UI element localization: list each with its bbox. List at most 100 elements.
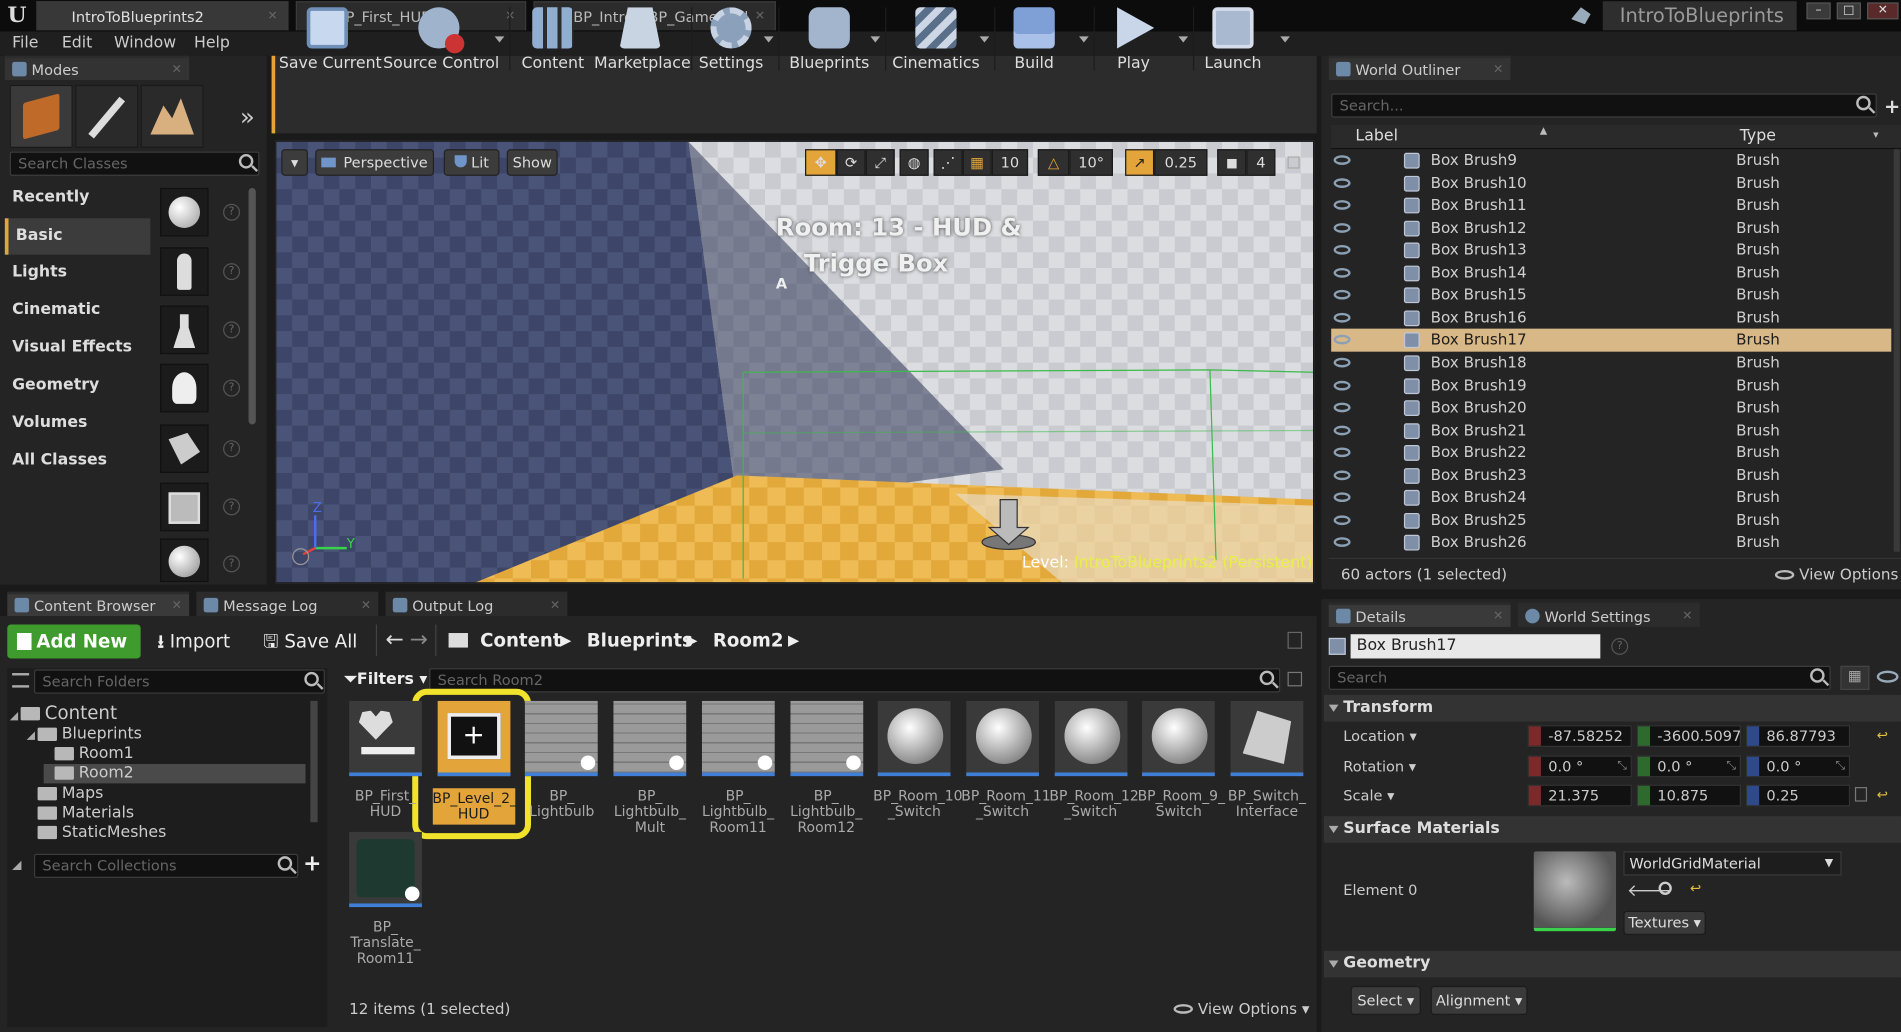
asset-tile[interactable]: BP_ Lightbulb_ Mult (609, 700, 689, 853)
outliner-row[interactable]: Box Brush25 Brush (1331, 509, 1891, 532)
chevron-down-icon[interactable] (1079, 36, 1089, 43)
doc-tab-level[interactable]: IntroToBlueprints2 ✕ (36, 1, 289, 31)
material-combo[interactable]: WorldGridMaterial ▼ (1623, 851, 1842, 876)
chevron-down-icon[interactable] (1280, 36, 1290, 43)
eye-icon[interactable] (1333, 470, 1351, 480)
placeable-pawn[interactable] (160, 305, 209, 355)
source-control-button[interactable]: Source Control (383, 0, 499, 78)
eye-icon[interactable] (1333, 447, 1351, 458)
content-browser-tab[interactable]: Content Browser ✕ (7, 591, 190, 618)
asset-tile[interactable]: BP_ Translate_ Room11 (344, 831, 424, 984)
asset-tile[interactable]: BP_Room_12 _Switch (1049, 700, 1139, 853)
save-current-button[interactable]: Save Current (279, 0, 382, 78)
details-tab[interactable]: Details ✕ (1328, 602, 1511, 627)
actor-name-field[interactable]: Box Brush17 (1350, 634, 1601, 659)
category-cinematic[interactable]: Cinematic (5, 292, 150, 328)
visibility-eye-icon[interactable] (1876, 670, 1899, 683)
help-icon[interactable]: ? (223, 498, 241, 516)
placeable-player-start[interactable] (160, 424, 209, 473)
close-window-icon[interactable]: ✕ (1867, 2, 1899, 20)
sources-toggle-icon[interactable] (12, 673, 30, 688)
close-icon[interactable]: ✕ (1682, 605, 1692, 629)
rotation-label[interactable]: Rotation ▾ (1343, 758, 1416, 775)
help-icon[interactable]: ? (1611, 637, 1629, 655)
select-button[interactable]: Select ▾ (1350, 985, 1421, 1016)
outliner-row[interactable]: Box Brush26 Brush (1331, 532, 1891, 555)
outliner-row[interactable]: Box Brush21 Brush (1331, 419, 1891, 442)
folder-tree-scrollbar[interactable] (310, 700, 318, 823)
chevron-down-icon[interactable] (763, 36, 774, 43)
lock-icon[interactable] (1287, 631, 1303, 649)
launch-button[interactable]: Launch (1198, 0, 1268, 78)
placeable-cube[interactable] (160, 482, 209, 532)
scale-tool-icon[interactable]: ⤢ (865, 149, 895, 176)
asset-tile[interactable]: BP_Switch_ Interface (1226, 700, 1306, 853)
folder-tree-item[interactable]: ◢ Content (10, 703, 306, 722)
outliner-row[interactable]: Box Brush19 Brush (1331, 374, 1891, 397)
breadcrumb-separator-icon[interactable]: ▶ (788, 621, 799, 660)
spin-icon[interactable]: ⤡ (1617, 757, 1627, 776)
transform-section-header[interactable]: Transform (1323, 694, 1901, 722)
chevron-down-icon[interactable] (979, 36, 990, 43)
add-icon[interactable]: + (1884, 95, 1900, 118)
add-collection-icon[interactable]: + (303, 851, 321, 876)
spin-icon[interactable]: ⤡ (1726, 757, 1736, 776)
rotate-tool-icon[interactable]: ⟳ (836, 149, 866, 176)
close-icon[interactable]: ✕ (172, 594, 182, 618)
play-button[interactable]: Play (1098, 0, 1168, 78)
scale-label[interactable]: Scale ▾ (1343, 787, 1394, 804)
help-icon[interactable]: ? (223, 555, 241, 573)
textures-button[interactable]: Textures ▾ (1623, 910, 1706, 935)
eye-icon[interactable] (1333, 200, 1351, 210)
surface-materials-section-header[interactable]: Surface Materials (1323, 816, 1901, 843)
help-icon[interactable]: ? (223, 440, 241, 458)
location-label[interactable]: Location ▾ (1343, 728, 1416, 745)
eye-icon[interactable] (1333, 425, 1351, 435)
asset-tile[interactable]: BP_ Lightbulb (521, 700, 601, 853)
grid-snap-icon[interactable]: ▦ (962, 149, 992, 176)
rotation-snap-icon[interactable]: △ (1037, 149, 1070, 176)
outliner-row[interactable]: Box Brush16 Brush (1331, 307, 1891, 330)
save-search-icon[interactable] (1287, 671, 1303, 687)
maximize-viewport-icon[interactable] (1287, 156, 1300, 169)
expand-arrow-icon[interactable]: ◢ (10, 711, 18, 723)
spin-icon[interactable]: ⤡ (1836, 757, 1846, 776)
category-visual-effects[interactable]: Visual Effects (5, 330, 150, 366)
landscape-mode-button[interactable] (140, 84, 204, 148)
forward-arrow-icon[interactable]: → (410, 627, 428, 652)
breadcrumb-blueprints[interactable]: Blueprints (587, 621, 693, 660)
folder-search-input[interactable]: Search Folders (33, 669, 325, 694)
location-x-field[interactable]: -87.58252 (1527, 725, 1632, 748)
output-log-tab[interactable]: Output Log ✕ (385, 591, 568, 617)
details-search-input[interactable]: Search (1328, 665, 1831, 691)
outliner-view-options[interactable]: View Options (1774, 565, 1898, 583)
column-type-header[interactable]: Type (1740, 127, 1776, 145)
eye-icon[interactable] (1333, 537, 1351, 548)
translate-tool-icon[interactable]: ✥ (805, 149, 837, 176)
unreal-logo-icon[interactable]: U (2, 1, 31, 30)
help-icon[interactable]: ? (223, 263, 241, 281)
rotation-x-field[interactable]: 0.0 ° ⤡ (1527, 755, 1632, 778)
location-y-field[interactable]: -3600.5097 (1636, 725, 1741, 748)
outliner-row[interactable]: Box Brush17 Brush (1331, 329, 1892, 352)
eye-icon[interactable] (1333, 515, 1351, 525)
expand-arrow-icon[interactable]: ◢ (27, 730, 35, 742)
camera-speed-value[interactable]: 4 (1246, 149, 1276, 176)
lit-button[interactable]: Lit (443, 149, 500, 176)
source-control-status-icon[interactable] (1571, 7, 1591, 25)
eye-icon[interactable] (1333, 312, 1351, 323)
outliner-row[interactable]: Box Brush9 Brush (1331, 149, 1891, 172)
rotation-z-field[interactable]: 0.0 ° ⤡ (1745, 755, 1851, 778)
outliner-search-input[interactable]: Search... (1331, 93, 1877, 118)
eye-icon[interactable] (1333, 290, 1351, 300)
collections-collapse-icon[interactable]: ◢ (12, 859, 21, 872)
rotation-y-field[interactable]: 0.0 ° ⤡ (1636, 755, 1741, 778)
place-mode-button[interactable] (9, 84, 73, 148)
category-all-classes[interactable]: All Classes (5, 443, 150, 479)
category-basic[interactable]: Basic (4, 218, 151, 255)
outliner-row[interactable]: Box Brush20 Brush (1331, 397, 1891, 420)
location-z-field[interactable]: 86.87793 (1745, 725, 1851, 748)
eye-icon[interactable] (1333, 380, 1351, 390)
material-thumbnail[interactable] (1533, 851, 1617, 932)
world-space-icon[interactable]: ◍ (899, 149, 929, 176)
